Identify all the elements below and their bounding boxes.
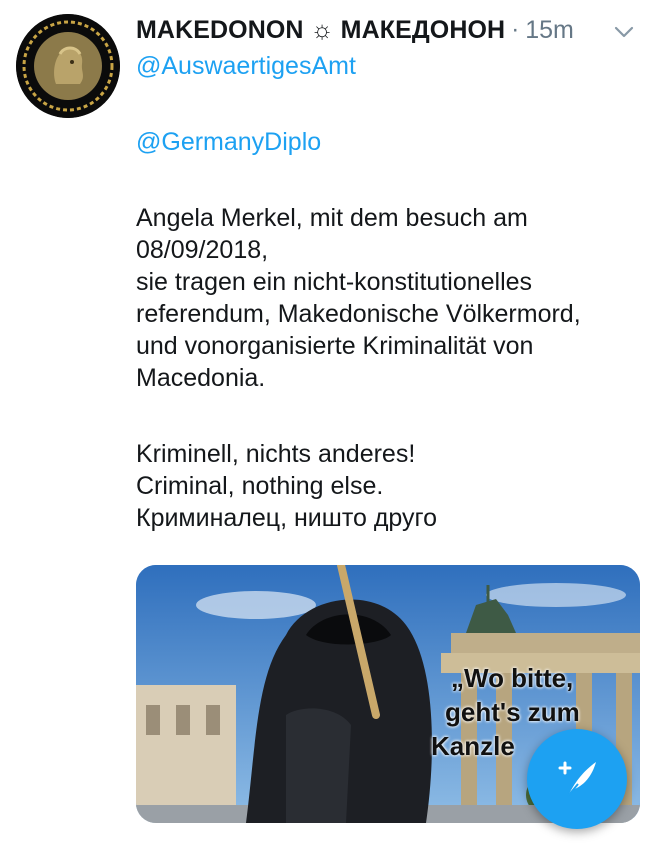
display-name[interactable]: MAKEDONON ☼ МАКЕДОНОН bbox=[136, 16, 505, 45]
chevron-down-icon[interactable] bbox=[612, 20, 636, 44]
timestamp[interactable]: 15m bbox=[525, 16, 574, 45]
text-line: Angela Merkel, mit dem besuch am bbox=[136, 204, 528, 232]
text-line: Macedonia. bbox=[136, 364, 266, 392]
text-line: sie tragen ein nicht-konstitutionelles bbox=[136, 268, 533, 296]
compose-tweet-icon bbox=[558, 761, 596, 797]
text-line: referendum, Makedonische Völkermord, bbox=[136, 300, 581, 328]
text-line: und vonorganisierte Kriminalität von bbox=[136, 332, 534, 360]
text-line: 08/09/2018, bbox=[136, 236, 269, 264]
text-line: Криминалец, ништо друго bbox=[136, 504, 438, 532]
separator-dot: · bbox=[511, 16, 520, 43]
mention-link[interactable]: @AuswaertigesAmt bbox=[136, 50, 636, 82]
text-line: Criminal, nothing else. bbox=[136, 472, 384, 500]
caption-line: geht's zum bbox=[445, 697, 580, 727]
compose-tweet-button[interactable] bbox=[527, 729, 627, 829]
mention-link[interactable]: @GermanyDiplo bbox=[136, 126, 636, 158]
text-line: Kriminell, nichts anderes! bbox=[136, 440, 416, 468]
avatar[interactable] bbox=[16, 14, 120, 118]
avatar-coin-image bbox=[16, 14, 120, 118]
tweet-header: MAKEDONON ☼ МАКЕДОНОН · 15m bbox=[136, 12, 640, 48]
caption-line: „Wo bitte, bbox=[451, 663, 574, 693]
tweet-text: @AuswaertigesAmt @GermanyDiplo Angela Me… bbox=[136, 50, 636, 534]
